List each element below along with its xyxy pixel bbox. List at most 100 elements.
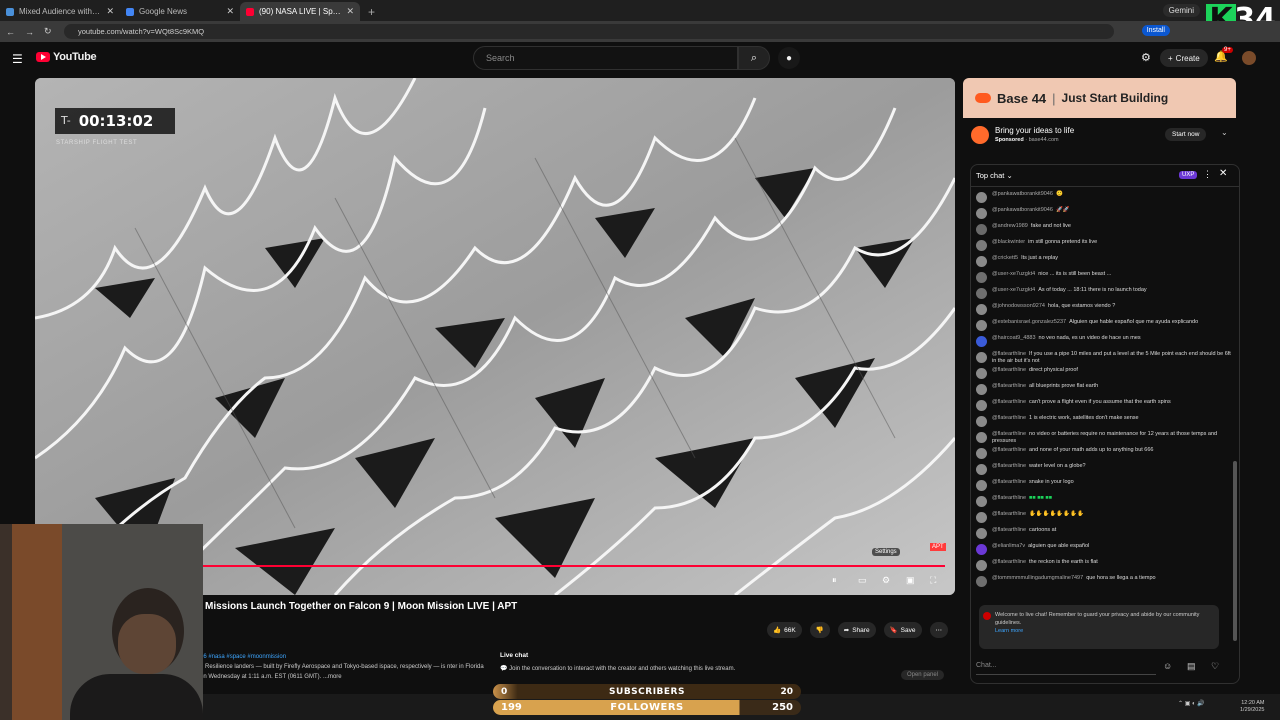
close-icon[interactable]: ✕ — [1219, 168, 1227, 179]
open-panel-button[interactable]: Open panel — [900, 670, 944, 680]
chat-avatar[interactable] — [976, 400, 987, 411]
install-button[interactable]: Install — [1141, 25, 1170, 36]
more-vert-icon[interactable]: ⋮ — [1203, 169, 1212, 180]
create-button[interactable]: + Create — [1160, 49, 1208, 67]
chat-avatar[interactable] — [976, 224, 987, 235]
chat-author[interactable]: @haircoat9_4883 — [992, 335, 1036, 341]
chat-avatar[interactable] — [976, 416, 987, 427]
chat-author[interactable]: @blackwinter — [992, 239, 1025, 245]
browser-tab-2[interactable]: Google News ✕ — [120, 2, 240, 21]
chat-avatar[interactable] — [976, 544, 987, 555]
chat-author[interactable]: @flatearthline — [992, 511, 1026, 517]
chat-avatar[interactable] — [976, 464, 987, 475]
chat-avatar[interactable] — [976, 432, 987, 443]
chat-author[interactable]: @flatearthline — [992, 447, 1026, 453]
settings-icon[interactable]: ⚙ — [1141, 51, 1151, 64]
fullscreen-icon[interactable]: ⛶ — [930, 575, 936, 586]
menu-icon[interactable]: ☰ — [12, 52, 23, 66]
url-field[interactable]: youtube.com/watch?v=WQt8Sc9KMQ — [64, 24, 1114, 39]
tab-close-icon[interactable]: ✕ — [226, 6, 234, 17]
chevron-down-icon[interactable]: ⌄ — [1221, 128, 1228, 137]
chat-author[interactable]: @flatearthline — [992, 351, 1026, 357]
video-description[interactable]: 26 #nasa #space #moonmission d Resilienc… — [200, 652, 490, 686]
chat-avatar[interactable] — [976, 496, 987, 507]
chat-author[interactable]: @pankawatborankit9046 — [992, 207, 1053, 213]
chat-author[interactable]: @flatearthline — [992, 399, 1026, 405]
start-now-button[interactable]: Start now — [1165, 128, 1207, 141]
chat-input[interactable]: Chat... — [976, 659, 1156, 675]
settings-gear-icon[interactable]: ⚙ — [882, 575, 890, 586]
chat-author[interactable]: @crickett5 — [992, 255, 1018, 261]
new-tab-button[interactable]: + — [360, 2, 383, 21]
chat-author[interactable]: @estebanisrael.gonzalez5237 — [992, 319, 1066, 325]
chat-avatar[interactable] — [976, 288, 987, 299]
browser-tab-1[interactable]: Mixed Audience with Kathy Hu ✕ — [0, 2, 120, 21]
chat-avatar[interactable] — [976, 384, 987, 395]
more-actions-button[interactable]: ⋯ — [929, 622, 948, 638]
chat-avatar[interactable] — [976, 208, 987, 219]
chat-avatar[interactable] — [976, 272, 987, 283]
chat-author[interactable]: @elianlima7v — [992, 543, 1025, 549]
ad-details[interactable]: Bring your ideas to life Sponsored · bas… — [963, 122, 1236, 148]
emoji-icon[interactable]: ☺ — [1163, 661, 1172, 671]
chat-author[interactable]: @flatearthline — [992, 495, 1026, 501]
chat-avatar[interactable] — [976, 368, 987, 379]
ad-banner[interactable]: Base 44 | Just Start Building — [963, 78, 1236, 118]
chat-avatar[interactable] — [976, 576, 987, 587]
chat-author[interactable]: @flatearthline — [992, 383, 1026, 389]
video-player[interactable] — [35, 78, 955, 595]
chat-author[interactable]: @flatearthline — [992, 559, 1026, 565]
chat-avatar[interactable] — [976, 528, 987, 539]
dislike-button[interactable]: 👎 — [809, 622, 830, 638]
chat-author[interactable]: @user-xe7uzgkt4 — [992, 287, 1035, 293]
chat-avatar[interactable] — [976, 448, 987, 459]
system-tray-icons[interactable]: ⌃ ▣ ◐ 🔊 — [1178, 700, 1205, 707]
chat-author[interactable]: @flatearthline — [992, 415, 1026, 421]
tab-close-icon[interactable]: ✕ — [106, 6, 114, 17]
chat-avatar[interactable] — [976, 336, 987, 347]
chat-scrollbar[interactable] — [1233, 461, 1237, 641]
hashtags[interactable]: 26 #nasa #space #moonmission — [200, 652, 490, 662]
subtitles-icon[interactable]: ▭ — [858, 575, 867, 586]
chat-avatar[interactable] — [976, 192, 987, 203]
chat-avatar[interactable] — [976, 256, 987, 267]
super-chat-icon[interactable]: ▤ — [1187, 661, 1196, 672]
reload-icon[interactable]: ↻ — [44, 26, 52, 37]
chat-author[interactable]: @flatearthline — [992, 527, 1026, 533]
chat-author[interactable]: @andrew1989 — [992, 223, 1028, 229]
chat-avatar[interactable] — [976, 480, 987, 491]
chat-avatar[interactable] — [976, 560, 987, 571]
chat-avatar[interactable] — [976, 304, 987, 315]
chat-author[interactable]: @tommmmmullingadumgmaline7497 — [992, 575, 1083, 581]
chat-author[interactable]: @pankawatborankit9046 — [992, 191, 1053, 197]
chat-badge[interactable]: UXP — [1179, 171, 1198, 179]
browser-tab-3[interactable]: (90) NASA LIVE | SpaceX LIVE ✕ — [240, 2, 360, 21]
heart-icon[interactable]: ♡ — [1211, 661, 1219, 672]
chat-author[interactable]: @johnodowsson9274 — [992, 303, 1045, 309]
voice-search-icon[interactable]: ● — [778, 47, 800, 69]
chat-author[interactable]: @flatearthline — [992, 463, 1026, 469]
youtube-logo[interactable]: YouTube — [36, 51, 97, 63]
back-icon[interactable]: ← — [6, 27, 15, 37]
chat-author[interactable]: @flatearthline — [992, 479, 1026, 485]
chat-avatar[interactable] — [976, 512, 987, 523]
forward-icon[interactable]: → — [25, 27, 34, 37]
chat-author[interactable]: @flatearthline — [992, 431, 1026, 437]
share-button[interactable]: ➦ Share — [837, 622, 876, 638]
top-chat-dropdown[interactable]: Top chat ⌄ — [976, 171, 1013, 180]
chat-author[interactable]: @user-xe7uzgkt4 — [992, 271, 1035, 277]
miniplayer-icon[interactable]: ▣ — [906, 575, 915, 586]
chat-avatar[interactable] — [976, 240, 987, 251]
chat-author[interactable]: @flatearthline — [992, 367, 1026, 373]
like-button[interactable]: 👍 66K — [767, 622, 802, 638]
chat-avatar[interactable] — [976, 320, 987, 331]
tab-close-icon[interactable]: ✕ — [346, 6, 354, 17]
search-button[interactable]: ⌕ — [738, 46, 770, 70]
account-avatar[interactable] — [1242, 51, 1256, 65]
gemini-button[interactable]: Gemini — [1162, 4, 1200, 17]
search-input[interactable]: Search — [473, 46, 738, 70]
save-button[interactable]: 🔖 Save — [883, 622, 922, 638]
video-progress-bar[interactable] — [200, 565, 945, 567]
pause-icon[interactable]: ⏸ — [832, 575, 837, 586]
learn-more-link[interactable]: Learn more — [995, 628, 1023, 634]
